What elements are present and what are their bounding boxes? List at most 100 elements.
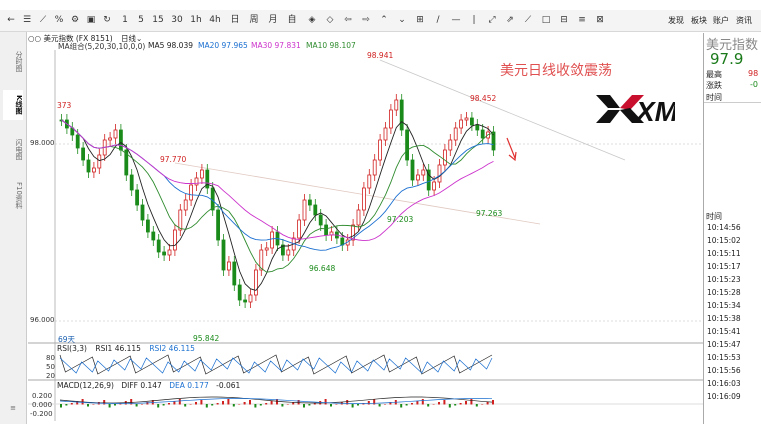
macd-bar [465, 401, 467, 405]
candle-body [113, 129, 118, 139]
macd-bar [324, 399, 327, 405]
menu-icon[interactable]: ≡ [3, 404, 23, 414]
save-icon[interactable]: ▣ [84, 14, 98, 26]
diamond-icon[interactable]: ◇ [323, 14, 337, 26]
high-label: 最高 [706, 70, 722, 79]
candle-body [324, 224, 329, 236]
period-4h[interactable]: 4h [207, 14, 223, 26]
rect-icon[interactable]: □ [539, 14, 553, 26]
macd-bar [276, 399, 278, 405]
channel-icon[interactable]: ⇗ [503, 14, 517, 26]
candle-body [140, 204, 145, 221]
eye-icon[interactable]: ◈ [305, 14, 319, 26]
period-month[interactable]: 月 [266, 14, 280, 26]
macd-bar [141, 404, 143, 405]
macd-bar [389, 402, 392, 405]
macd-bar [335, 404, 338, 405]
macd-bar [92, 404, 95, 405]
zoom-in-icon[interactable]: ⌃ [377, 14, 391, 26]
candle-body [280, 244, 285, 256]
period-15[interactable]: 15 [150, 14, 166, 26]
link-icon: ○○ [28, 34, 42, 43]
period-custom[interactable]: 自 [285, 14, 299, 26]
hline-icon[interactable]: — [449, 14, 463, 26]
tape-time: 10:15:34 [707, 301, 741, 310]
refresh-icon[interactable]: ↻ [100, 14, 114, 26]
trend-icon[interactable]: ⟋ [521, 14, 535, 26]
period-5[interactable]: 5 [134, 14, 148, 26]
percent-icon[interactable]: % [52, 14, 66, 26]
macd-dea: DEA 0.177 [169, 381, 209, 390]
price-tick-98: 98.000 [30, 139, 55, 147]
vline-icon[interactable]: | [467, 14, 481, 26]
candle-body [356, 209, 361, 226]
delete-icon[interactable]: ⊠ [593, 14, 607, 26]
macd-bar [286, 404, 289, 405]
macd-title: MACD(12,26,9) [57, 381, 114, 390]
macd-bar [313, 403, 316, 405]
ma10-label: MA10 98.107 [306, 41, 356, 50]
draw-line-icon[interactable]: / [431, 14, 445, 26]
macd-bar [119, 403, 122, 405]
back-arrow-icon[interactable]: ← [4, 14, 18, 26]
rsi-tick-20: 20 [46, 372, 55, 380]
period-1[interactable]: 1 [118, 14, 132, 26]
nav-sectors[interactable]: 板块 [691, 15, 707, 26]
macd-bar [443, 400, 446, 405]
gear-icon[interactable]: ⚙ [68, 14, 82, 26]
high-value: 98 [748, 69, 759, 78]
ray-icon[interactable]: ⤢ [485, 14, 499, 26]
tab-timeshare[interactable]: 分时图 [3, 46, 23, 76]
macd-bar [259, 404, 262, 406]
tab-lightning[interactable]: 闪电图 [3, 134, 23, 164]
rsi2-value: RSI2 46.115 [149, 344, 195, 353]
svg-text:XM: XM [634, 96, 675, 127]
grid-icon[interactable]: ⊟ [557, 14, 571, 26]
arrow-right-icon[interactable]: ⇨ [359, 14, 373, 26]
line-chart-icon[interactable]: ⟋ [36, 14, 50, 26]
period-1h[interactable]: 1h [188, 14, 204, 26]
tab-kline[interactable]: K线图 [3, 90, 23, 120]
tape-time: 10:15:41 [707, 327, 741, 336]
macd-bar [394, 400, 397, 405]
candle-body [453, 127, 458, 141]
period-week[interactable]: 周 [247, 14, 261, 26]
macd-bar [486, 402, 489, 405]
label-98941: 98.941 [367, 51, 394, 60]
candle-body [345, 239, 350, 246]
candle-body [221, 239, 226, 271]
candle-body [108, 137, 112, 141]
list-icon[interactable]: ☰ [20, 14, 34, 26]
macd-diff-line [59, 396, 493, 404]
arrow-left-icon[interactable]: ⇦ [341, 14, 355, 26]
tab-f10[interactable]: F10资料 [3, 177, 23, 213]
rsi1-line [59, 354, 493, 375]
macd-bar [162, 404, 165, 406]
tape-time: 10:15:56 [707, 366, 741, 375]
nav-account[interactable]: 账户 [713, 15, 729, 26]
text-icon[interactable]: ≡ [575, 14, 589, 26]
period-day[interactable]: 日 [228, 14, 242, 26]
layout-icon[interactable]: ⊞ [413, 14, 427, 26]
macd-bar [265, 403, 268, 405]
nav-discover[interactable]: 发现 [668, 15, 684, 26]
nav-news[interactable]: 资讯 [736, 15, 752, 26]
period-30[interactable]: 30 [169, 14, 185, 26]
candle-body [286, 249, 291, 256]
ma-group-label[interactable]: MA组合(5,20,30,10,0,0) [58, 41, 145, 52]
label-97203: 97.203 [387, 215, 414, 224]
candle-body [81, 147, 85, 161]
zoom-out-icon[interactable]: ⌄ [395, 14, 409, 26]
candle-body [189, 184, 194, 201]
macd-bar [211, 404, 214, 406]
macd-bar [157, 404, 160, 408]
macd-bar [475, 404, 478, 407]
ma-line [61, 119, 494, 273]
candlestick-chart[interactable] [0, 0, 761, 424]
candle-body [248, 294, 253, 303]
candle-body [210, 187, 215, 211]
candle-body [388, 109, 393, 129]
candle-body [475, 124, 480, 131]
candle-body [124, 149, 129, 176]
candle-body [383, 127, 388, 141]
